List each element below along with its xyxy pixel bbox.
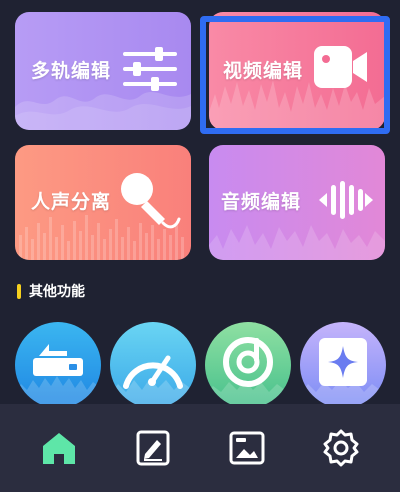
vocal-separation-card[interactable]: 人声分离 [15, 145, 191, 260]
multitrack-edit-card[interactable]: 多轨编辑 [15, 12, 191, 130]
edit-document-icon [136, 430, 170, 466]
audio-edit-card[interactable]: 音频编辑 [209, 145, 385, 260]
tool-disc-button[interactable] [205, 322, 291, 408]
nav-settings[interactable] [315, 422, 367, 474]
settings-gear-icon [323, 429, 359, 467]
tool-drive-button[interactable] [15, 322, 101, 408]
microphone-icon [121, 173, 181, 229]
sparkle-star-icon [300, 338, 386, 408]
bottom-navigation [0, 404, 400, 492]
vocal-separation-label: 人声分离 [31, 191, 112, 213]
section-header: 其他功能 [17, 281, 85, 301]
media-library-icon [229, 431, 265, 465]
audio-waveform-icon [319, 181, 373, 219]
drive-upload-icon [15, 344, 101, 408]
tool-sparkle-button[interactable] [300, 322, 386, 408]
tool-speed-button[interactable] [110, 322, 196, 408]
section-title: 其他功能 [29, 284, 85, 300]
nav-home[interactable] [33, 422, 85, 474]
video-camera-icon [314, 46, 367, 88]
section-accent-bar [17, 283, 21, 299]
speed-gauge-icon [110, 355, 196, 408]
video-edit-label: 视频编辑 [223, 60, 304, 82]
multitrack-edit-label: 多轨编辑 [31, 60, 112, 82]
audio-edit-label: 音频编辑 [221, 191, 302, 213]
equalizer-sliders-icon [123, 47, 177, 91]
music-disc-icon [205, 337, 291, 408]
home-icon [43, 433, 75, 464]
nav-edit[interactable] [127, 422, 179, 474]
nav-media[interactable] [221, 422, 273, 474]
video-edit-card[interactable]: 视频编辑 [209, 12, 385, 130]
